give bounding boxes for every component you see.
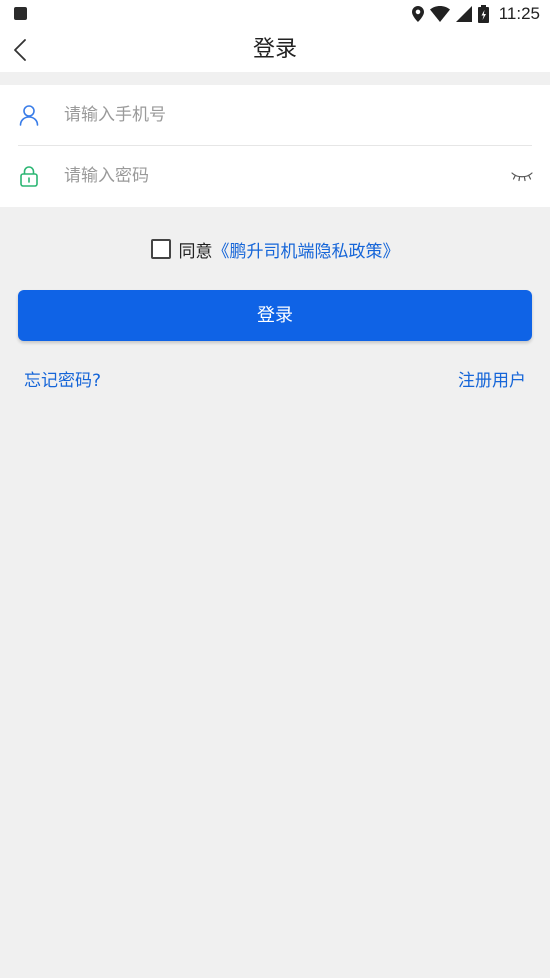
forgot-password-link[interactable]: 忘记密码? [24,366,101,391]
location-pin-icon [411,6,424,22]
wifi-icon [429,6,450,22]
agree-prefix: 同意 [178,241,213,262]
user-icon [19,105,39,126]
eye-closed-icon[interactable] [510,168,534,184]
battery-icon [477,5,489,23]
login-button[interactable]: 登录 [18,290,532,341]
status-time: 11:25 [498,4,540,23]
page-title: 登录 [252,37,297,62]
lock-icon [20,166,38,187]
register-link[interactable]: 注册用户 [458,366,526,391]
chevron-left-icon[interactable] [8,36,32,64]
agree-checkbox[interactable] [150,239,171,259]
password-input[interactable] [64,160,484,192]
phone-row [0,85,550,146]
phone-input[interactable] [64,99,484,131]
status-bar: 11:25 [0,0,550,28]
notification-square-icon [14,7,27,20]
title-bar: 登录 [0,28,550,72]
cell-signal-icon [455,6,472,22]
agreement-line: 同意 《鹏升司机端隐私政策》 [0,236,550,262]
password-row [0,146,550,207]
login-form [0,85,550,207]
privacy-policy-link[interactable]: 《鹏升司机端隐私政策》 [213,237,400,262]
status-icons: 11:25 [411,3,540,25]
